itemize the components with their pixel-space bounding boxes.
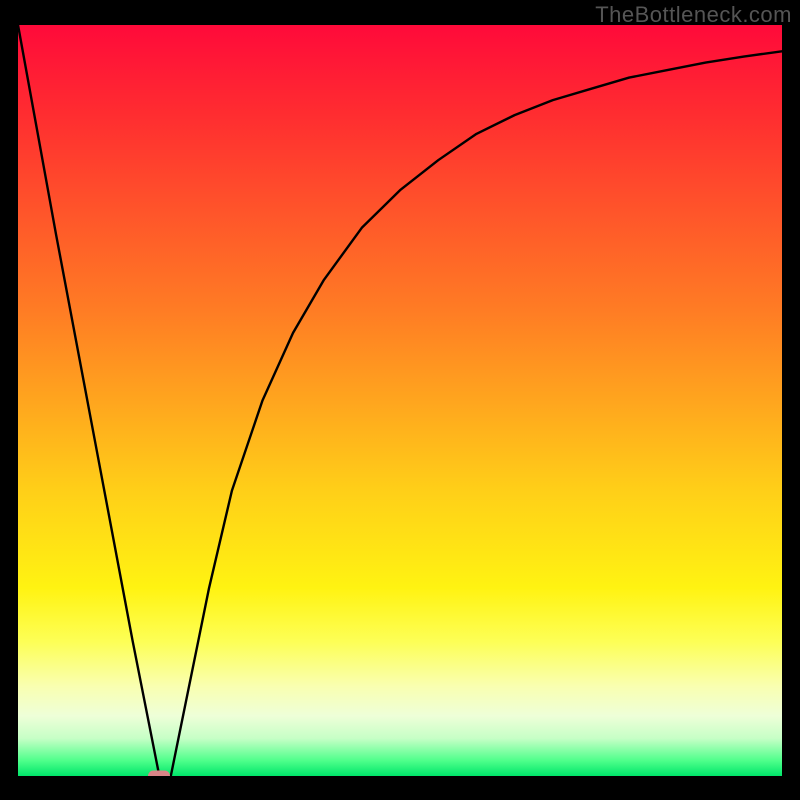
chart-frame: TheBottleneck.com xyxy=(0,0,800,800)
optimal-point-marker xyxy=(148,771,170,777)
bottleneck-curve xyxy=(18,25,782,776)
plot-area xyxy=(18,25,782,776)
watermark-label: TheBottleneck.com xyxy=(595,2,792,28)
